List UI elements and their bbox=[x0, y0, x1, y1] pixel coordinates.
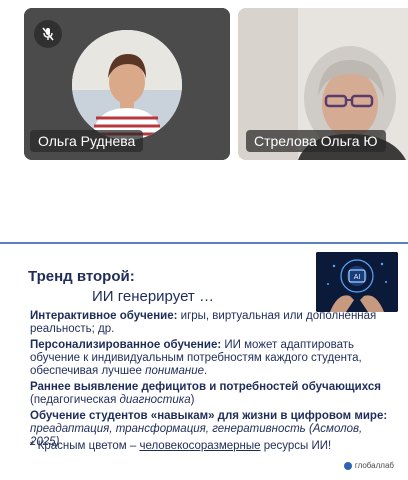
bullet-item: Интерактивное обучение: игры, виртуальна… bbox=[30, 310, 377, 335]
svg-text:AI: AI bbox=[354, 274, 361, 281]
ai-illustration: AI bbox=[316, 252, 398, 312]
participants-strip: Ольга Руднева Стрелова Ольга Ю bbox=[0, 0, 408, 168]
mic-off-icon bbox=[34, 20, 62, 48]
participant-name: Стрелова Ольга Ю bbox=[246, 130, 386, 152]
participant-tile[interactable]: Ольга Руднева bbox=[24, 8, 230, 160]
participant-tile[interactable]: Стрелова Ольга Ю bbox=[238, 8, 408, 160]
slide-title: Тренд второй: bbox=[28, 268, 135, 285]
participant-name: Ольга Руднева bbox=[30, 130, 144, 152]
shared-slide: Тренд второй: ИИ генерирует … AI Интерак… bbox=[0, 242, 408, 480]
bullet-item: Раннее выявление дефицитов и потребносте… bbox=[30, 381, 381, 406]
brand-logo: глобаллаб bbox=[343, 461, 394, 470]
brand-name: глобаллаб bbox=[354, 461, 394, 470]
slide-subtitle: ИИ генерирует … bbox=[92, 288, 214, 305]
globe-icon bbox=[343, 461, 352, 470]
slide-footnote: * Красным цветом – человекосоразмерные р… bbox=[30, 440, 332, 452]
avatar bbox=[72, 30, 182, 140]
bullet-item: Персонализированное обучение: ИИ может а… bbox=[30, 339, 362, 377]
slide-bullets: Интерактивное обучение: игры, виртуальна… bbox=[30, 310, 390, 452]
